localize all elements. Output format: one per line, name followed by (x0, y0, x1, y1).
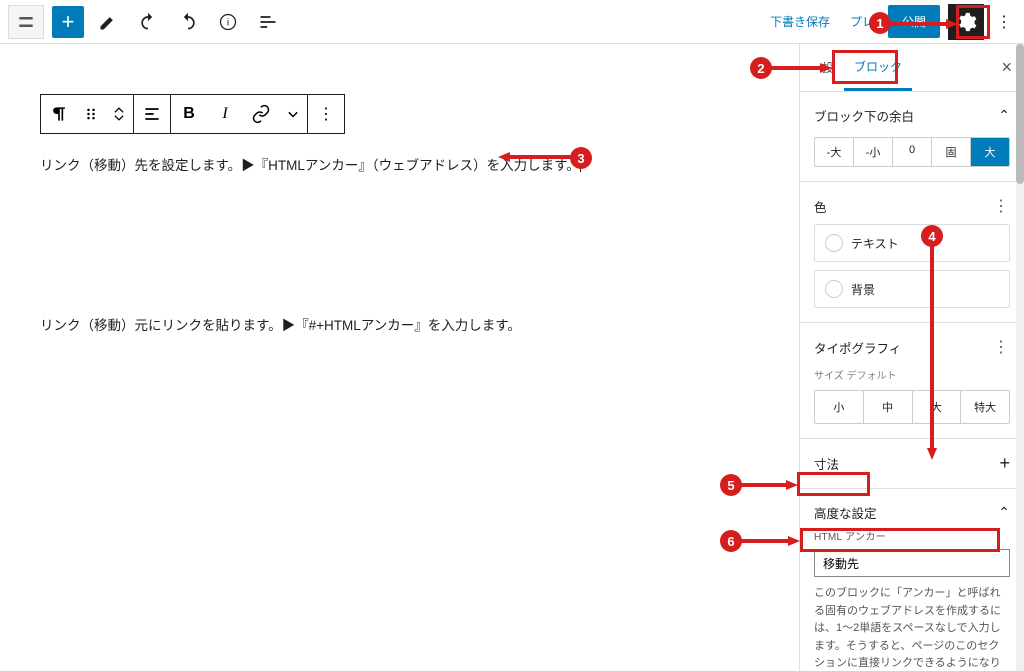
anchor-input[interactable] (814, 549, 1010, 577)
move-handle-icon[interactable] (105, 95, 133, 133)
editor-canvas[interactable]: B I ⋮ リンク（移動）先を設定します。▶『HTMLアンカー』（ウェブアドレス… (0, 44, 799, 671)
ellipsis-icon[interactable]: ⋮ (993, 337, 1010, 357)
top-toolbar: + i 下書き保存 プレ 公開 ⋮ (0, 0, 1024, 44)
paragraph-block-2[interactable]: リンク（移動）元にリンクを貼ります。▶『#+HTMLアンカー』を入力します。 (40, 314, 759, 334)
redo-icon[interactable] (172, 6, 204, 38)
preview-link[interactable]: プレ (844, 13, 880, 30)
settings-sidebar: 投 ブロック × ブロック下の余白 ⌃ -大-小0固大 色 ⋮ テキスト 背景 (799, 44, 1024, 671)
save-draft-link[interactable]: 下書き保存 (764, 13, 836, 30)
margin-options: -大-小0固大 (814, 137, 1010, 167)
undo-icon[interactable] (132, 6, 164, 38)
bold-icon[interactable]: B (171, 95, 207, 133)
paragraph-block-1[interactable]: リンク（移動）先を設定します。▶『HTMLアンカー』（ウェブアドレス）を入力しま… (40, 154, 759, 174)
chevron-up-icon: ⌃ (998, 107, 1010, 124)
panel-typography-head[interactable]: タイポグラフィ ⋮ (814, 337, 1010, 357)
panel-typography: タイポグラフィ ⋮ サイズ デフォルト 小中大特大 (800, 323, 1024, 439)
info-icon[interactable]: i (212, 6, 244, 38)
svg-text:i: i (227, 17, 229, 28)
typography-sizes: 小中大特大 (814, 390, 1010, 424)
close-icon[interactable]: × (1001, 57, 1012, 78)
gear-icon (955, 11, 977, 33)
add-block-button[interactable]: + (52, 6, 84, 38)
block-more-icon[interactable]: ⋮ (308, 95, 344, 133)
color-bg-row[interactable]: 背景 (814, 270, 1010, 308)
publish-button[interactable]: 公開 (888, 5, 940, 38)
sidebar-tabs: 投 ブロック × (800, 44, 1024, 92)
typo-size-opt[interactable]: 小 (815, 391, 864, 423)
site-icon[interactable] (8, 5, 44, 39)
panel-color: 色 ⋮ テキスト 背景 (800, 182, 1024, 323)
margin-opt[interactable]: 固 (932, 138, 971, 166)
panel-advanced: 高度な設定 ⌃ HTML アンカー このブロックに「アンカー」と呼ばれる固有のウ… (800, 489, 1024, 671)
bg-color-swatch (825, 280, 843, 298)
italic-icon[interactable]: I (207, 95, 243, 133)
text-color-swatch (825, 234, 843, 252)
margin-opt[interactable]: -大 (815, 138, 854, 166)
panel-dimension: 寸法 + (800, 439, 1024, 489)
edit-mode-icon[interactable] (92, 6, 124, 38)
panel-margin: ブロック下の余白 ⌃ -大-小0固大 (800, 92, 1024, 182)
typo-size-opt[interactable]: 特大 (961, 391, 1009, 423)
typo-size-opt[interactable]: 大 (913, 391, 962, 423)
outline-icon[interactable] (252, 6, 284, 38)
panel-advanced-head[interactable]: 高度な設定 ⌃ (814, 503, 1010, 522)
panel-margin-head[interactable]: ブロック下の余白 ⌃ (814, 106, 1010, 125)
scrollbar[interactable] (1016, 44, 1024, 671)
link-icon[interactable] (243, 95, 279, 133)
settings-button[interactable] (948, 4, 984, 40)
ellipsis-icon[interactable]: ⋮ (993, 196, 1010, 216)
more-menu-icon[interactable]: ⋮ (992, 6, 1016, 38)
typo-size-opt[interactable]: 中 (864, 391, 913, 423)
anchor-description: このブロックに「アンカー」と呼ばれる固有のウェブアドレスを作成するには、1〜2単… (814, 585, 1010, 671)
align-icon[interactable] (134, 95, 170, 133)
color-text-row[interactable]: テキスト (814, 224, 1010, 262)
more-format-icon[interactable] (279, 95, 307, 133)
paragraph-icon[interactable] (41, 95, 77, 133)
plus-icon[interactable]: + (999, 453, 1010, 474)
tab-block[interactable]: ブロック (844, 45, 912, 91)
chevron-up-icon: ⌃ (998, 504, 1010, 521)
margin-opt[interactable]: -小 (854, 138, 893, 166)
panel-color-head[interactable]: 色 ⋮ (814, 196, 1010, 216)
margin-opt[interactable]: 0 (893, 138, 932, 166)
drag-handle-icon[interactable] (77, 95, 105, 133)
margin-opt[interactable]: 大 (971, 138, 1009, 166)
tab-post[interactable]: 投 (812, 45, 844, 91)
block-toolbar: B I ⋮ (40, 94, 345, 134)
panel-dimension-head[interactable]: 寸法 + (814, 453, 1010, 474)
anchor-label: HTML アンカー (814, 528, 1010, 543)
